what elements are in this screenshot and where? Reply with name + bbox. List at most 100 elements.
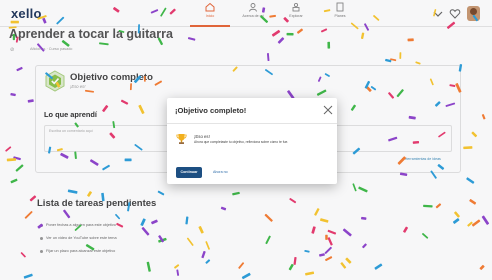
- confetti-piece: [434, 101, 441, 107]
- not-now-link[interactable]: Ahora no: [213, 170, 228, 174]
- confetti-piece: [109, 132, 116, 139]
- confetti-piece: [481, 114, 486, 120]
- confetti-piece: [112, 121, 116, 129]
- confetti-piece: [42, 17, 47, 24]
- confetti-piece: [6, 158, 17, 162]
- confetti-piece: [23, 273, 33, 279]
- confetti-piece: [361, 216, 367, 220]
- confetti-piece: [327, 237, 333, 246]
- confetti-piece: [467, 221, 473, 227]
- confetti-piece: [99, 42, 109, 46]
- confetti-piece: [362, 243, 367, 249]
- confetti-piece: [201, 250, 206, 259]
- confetti-piece: [85, 244, 95, 251]
- confetti-piece: [143, 75, 146, 82]
- confetti-piece: [232, 191, 240, 196]
- confetti-piece: [296, 28, 303, 34]
- trophy-icon: [176, 134, 187, 144]
- confetti-piece: [205, 259, 211, 264]
- confetti-piece: [176, 269, 180, 276]
- confetti-piece: [10, 20, 19, 24]
- confetti-piece: [479, 264, 485, 270]
- confetti-piece: [311, 226, 316, 234]
- confetti-piece: [15, 36, 19, 43]
- confetti-piece: [160, 7, 167, 17]
- confetti-piece: [116, 222, 124, 228]
- confetti-piece: [358, 186, 368, 193]
- goal-complete-dialog: ¡Objetivo completo! ¡Eso es! Ahora que c…: [167, 98, 337, 184]
- continue-button[interactable]: Continuar: [176, 167, 202, 178]
- confetti-piece: [286, 32, 294, 36]
- confetti-piece: [327, 41, 331, 49]
- close-icon[interactable]: [323, 105, 333, 115]
- confetti-piece: [396, 89, 404, 98]
- confetti-piece: [283, 17, 289, 23]
- confetti-piece: [102, 105, 109, 113]
- confetti-piece: [56, 16, 65, 25]
- confetti-piece: [138, 104, 145, 114]
- confetti-piece: [325, 256, 333, 262]
- confetti-piece: [320, 28, 328, 33]
- confetti-piece: [60, 152, 69, 159]
- confetti-piece: [446, 21, 456, 29]
- confetti-piece: [187, 37, 196, 41]
- confetti-piece: [399, 172, 408, 177]
- confetti-piece: [154, 80, 163, 86]
- confetti-piece: [264, 69, 273, 76]
- confetti-piece: [293, 256, 297, 265]
- confetti-piece: [89, 159, 99, 166]
- confetti-piece: [407, 38, 414, 42]
- confetti-piece: [327, 229, 337, 235]
- confetti-piece: [124, 158, 132, 162]
- confetti-piece: [289, 198, 297, 204]
- confetti-piece: [24, 211, 33, 219]
- confetti-piece: [415, 61, 421, 65]
- confetti-piece: [129, 83, 132, 91]
- confetti-piece: [324, 73, 330, 77]
- confetti-piece: [323, 9, 331, 13]
- confetti-piece: [449, 84, 456, 87]
- confetti-piece: [325, 234, 328, 240]
- confetti-piece: [12, 34, 15, 41]
- confetti-piece: [445, 102, 456, 107]
- confetti-piece: [241, 272, 251, 280]
- confetti-piece: [314, 208, 320, 216]
- confetti-piece: [10, 93, 16, 97]
- confetti-piece: [350, 22, 359, 30]
- confetti-piece: [10, 178, 18, 184]
- confetti-piece: [373, 15, 380, 21]
- confetti-piece: [150, 9, 159, 14]
- confetti-piece: [232, 66, 238, 72]
- confetti-piece: [205, 241, 210, 250]
- confetti-piece: [466, 177, 475, 184]
- confetti-piece: [412, 140, 420, 144]
- confetti-piece: [29, 195, 37, 202]
- confetti-piece: [151, 219, 158, 225]
- confetti-piece: [127, 202, 131, 212]
- confetti-piece: [55, 81, 61, 88]
- confetti-piece: [345, 257, 352, 264]
- confetti-piece: [85, 89, 95, 93]
- confetti-piece: [115, 213, 121, 220]
- confetti-piece: [74, 122, 79, 128]
- confetti-piece: [352, 183, 357, 192]
- confetti-piece: [74, 224, 82, 231]
- confetti-piece: [433, 9, 437, 17]
- confetti-piece: [157, 37, 164, 46]
- confetti-piece: [435, 203, 442, 209]
- confetti-piece: [102, 164, 110, 171]
- confetti-piece: [364, 23, 370, 31]
- confetti-piece: [324, 246, 332, 254]
- confetti-piece: [238, 262, 245, 269]
- dialog-subtitle: ¡Eso es!: [194, 134, 210, 139]
- confetti-piece: [198, 226, 204, 234]
- confetti-piece: [120, 99, 129, 105]
- confetti-piece: [319, 253, 325, 257]
- dialog-body: Ahora que completaste tu objetivo, refle…: [194, 140, 289, 144]
- confetti-piece: [455, 83, 462, 93]
- confetti-piece: [374, 263, 383, 270]
- confetti-piece: [137, 24, 140, 34]
- confetti-piece: [5, 146, 12, 152]
- confetti-piece: [61, 40, 70, 47]
- confetti-piece: [134, 144, 143, 151]
